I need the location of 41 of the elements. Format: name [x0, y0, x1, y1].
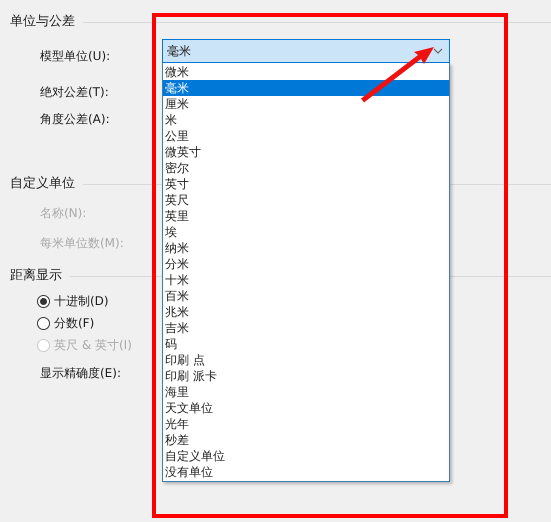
dropdown-option[interactable]: 毫米 [163, 80, 449, 96]
dropdown-option[interactable]: 英尺 [163, 192, 449, 208]
field-label: 显示精确度(E): [40, 365, 121, 382]
dropdown-option[interactable]: 码 [163, 336, 449, 352]
field-label: 模型单位(U): [40, 48, 110, 65]
dropdown-option[interactable]: 公里 [163, 128, 449, 144]
dropdown-option[interactable]: 天文单位 [163, 400, 449, 416]
field-label: 角度公差(A): [40, 111, 110, 128]
radio-button[interactable] [37, 294, 50, 308]
unit-dropdown[interactable]: 毫米 [162, 39, 450, 63]
dropdown-option[interactable]: 十米 [163, 272, 449, 288]
dropdown-option[interactable]: 兆米 [163, 304, 449, 320]
radio-label[interactable]: 十进制(D) [54, 292, 109, 310]
dropdown-option[interactable]: 密尔 [163, 160, 449, 176]
radio-button[interactable] [37, 316, 50, 330]
radio-label[interactable]: 分数(F) [54, 314, 94, 332]
section-title: 单位与公差 [10, 13, 75, 32]
field-label: 每米单位数(M): [40, 235, 124, 252]
field-label: 名称(N): [40, 205, 86, 222]
section-title: 自定义单位 [10, 175, 75, 194]
dropdown-option[interactable]: 微米 [163, 64, 449, 80]
dropdown-option[interactable]: 印刷 派卡 [163, 368, 449, 384]
dropdown-option[interactable]: 微英寸 [163, 144, 449, 160]
section-title: 距离显示 [10, 267, 62, 286]
dropdown-option[interactable]: 埃 [163, 224, 449, 240]
chevron-down-icon [433, 48, 443, 54]
field-label: 绝对公差(T): [40, 84, 109, 101]
dropdown-option[interactable]: 厘米 [163, 96, 449, 112]
dropdown-option[interactable]: 自定义单位 [163, 448, 449, 464]
dropdown-option[interactable]: 英寸 [163, 176, 449, 192]
dropdown-option[interactable]: 米 [163, 112, 449, 128]
dropdown-option[interactable]: 秒差 [163, 432, 449, 448]
dropdown-option[interactable]: 光年 [163, 416, 449, 432]
dropdown-option[interactable]: 百米 [163, 288, 449, 304]
dropdown-option[interactable]: 纳米 [163, 240, 449, 256]
dropdown-option[interactable]: 没有单位 [163, 464, 449, 480]
dropdown-option[interactable]: 英里 [163, 208, 449, 224]
dropdown-option[interactable]: 吉米 [163, 320, 449, 336]
dropdown-option[interactable]: 分米 [163, 256, 449, 272]
dropdown-option[interactable]: 印刷 点 [163, 352, 449, 368]
dropdown-option[interactable]: 海里 [163, 384, 449, 400]
